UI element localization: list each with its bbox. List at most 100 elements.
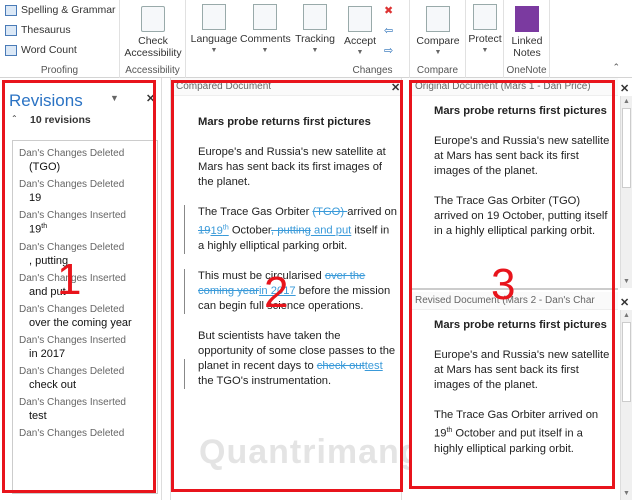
label: Spelling & Grammar <box>21 4 116 16</box>
spelling-icon <box>5 4 17 16</box>
check-accessibility-button[interactable]: Check Accessibility <box>122 6 184 59</box>
revision-text: (TGO) <box>29 161 61 173</box>
compare-button[interactable]: Compare ▼ <box>412 6 464 59</box>
pane-header: Compared Document <box>171 78 401 96</box>
paragraph: This must be circularised over the comin… <box>184 268 398 314</box>
group-proofing: Spelling & Grammar Thesaurus Word Count … <box>0 0 120 78</box>
onenote-icon <box>515 6 539 32</box>
revision-item[interactable]: Dan's Changes Inserted test <box>13 395 157 426</box>
label: Linked Notes <box>511 35 543 59</box>
compare-icon <box>426 6 450 32</box>
group-onenote: Linked Notes OneNote <box>504 0 550 78</box>
word-count-icon <box>5 44 17 56</box>
doc-title: Mars probe returns first pictures <box>434 105 607 117</box>
revision-text: over the coming year <box>29 316 132 329</box>
compared-document-pane: Compared Document ✕ Mars probe returns f… <box>170 78 421 500</box>
comments-button[interactable]: Comments ▼ <box>240 4 291 57</box>
compared-document-body: Mars probe returns first pictures Europe… <box>184 115 398 404</box>
doc-title: Mars probe returns first pictures <box>434 319 607 331</box>
group-accessibility: Check Accessibility Accessibility <box>120 0 186 78</box>
label: Check Accessibility <box>124 35 182 59</box>
original-document-body: Mars probe returns first pictures Europe… <box>434 104 614 254</box>
group-label: Accessibility <box>125 65 180 76</box>
close-icon[interactable]: ✕ <box>146 92 155 105</box>
revision-item[interactable]: Dan's Changes Deleted (TGO) <box>13 146 157 177</box>
label: Protect <box>468 33 502 45</box>
scrollbar[interactable]: ▲ ▼ <box>620 310 632 500</box>
collapse-ribbon-icon[interactable]: ⌃ <box>612 62 620 73</box>
revision-item[interactable]: Dan's Changes Deleted <box>13 426 157 443</box>
pane-header: Original Document (Mars 1 - Dan Price) <box>410 78 618 96</box>
deletion[interactable]: (TGO) <box>312 206 347 218</box>
paragraph: The Trace Gas Orbiter arrived on 19th Oc… <box>434 409 599 455</box>
revision-author: Dan's Changes Deleted <box>19 365 125 377</box>
revision-item[interactable]: Dan's Changes Deleted 19 <box>13 177 157 208</box>
paragraph: But scientists have taken the opportunit… <box>184 329 398 389</box>
group-label: OneNote <box>506 65 547 76</box>
protect-button[interactable]: Protect ▼ <box>466 4 504 57</box>
thesaurus-icon <box>5 24 17 36</box>
revision-text: in 2017 <box>29 347 66 360</box>
revision-text: , putting <box>29 254 69 267</box>
deletion[interactable]: , putting <box>271 225 311 237</box>
insertion[interactable]: test <box>365 360 383 372</box>
insertion[interactable]: in 2017 <box>259 285 296 297</box>
revision-author: Dan's Changes Inserted <box>19 396 126 408</box>
revised-document-body: Mars probe returns first pictures Europe… <box>434 318 614 472</box>
label: Accept <box>343 35 377 47</box>
revision-author: Dan's Changes Inserted <box>19 210 126 221</box>
tracking-icon <box>303 4 327 30</box>
revision-text: and put <box>29 285 66 298</box>
insertion[interactable]: and put <box>311 225 351 237</box>
revision-item[interactable]: Dan's Changes Inserted in 2017 <box>13 333 157 364</box>
group-compare: Compare ▼ Compare <box>410 0 466 78</box>
close-icon[interactable]: ✕ <box>620 296 629 309</box>
comment-icon <box>253 4 277 30</box>
insertion[interactable]: 19th <box>210 224 228 237</box>
group-label: Proofing <box>40 65 79 76</box>
collapse-chevron-icon[interactable]: ⌃ <box>11 114 18 123</box>
revision-author: Dan's Changes Deleted <box>19 303 125 315</box>
group-label: Compare <box>416 65 459 76</box>
revisions-list: Dan's Changes Deleted (TGO) Dan's Changes … <box>12 140 158 494</box>
revision-item[interactable]: Dan's Changes Deleted, putting <box>13 240 157 271</box>
doc-title: Mars probe returns first pictures <box>198 116 371 128</box>
reject-icon[interactable]: ✖ <box>384 4 393 17</box>
previous-change-icon[interactable]: ⇦ <box>384 24 393 37</box>
word-count-button[interactable]: Word Count <box>5 44 77 56</box>
paragraph: The Trace Gas Orbiter (TGO) arrived on 1… <box>184 205 398 254</box>
spelling-grammar-button[interactable]: Spelling & Grammar <box>5 4 116 16</box>
close-icon[interactable]: ✕ <box>620 82 629 95</box>
pane-options-icon[interactable]: ▼ <box>110 93 119 103</box>
revision-item[interactable]: Dan's Changes Inserted 19th <box>13 208 157 240</box>
accessibility-icon <box>141 6 165 32</box>
label: Word Count <box>21 44 77 56</box>
group-misc: Language ▼ Comments ▼ Tracking ▼ <box>186 0 336 78</box>
label: Comments <box>240 33 291 45</box>
paragraph: Europe's and Russia's new satellite at M… <box>434 135 610 177</box>
revision-text: check out <box>29 378 77 391</box>
deletion[interactable]: check out <box>317 360 365 372</box>
label: Tracking <box>295 33 335 45</box>
group-protect: Protect ▼ <box>466 0 504 78</box>
close-icon[interactable]: ✕ <box>391 81 400 94</box>
group-changes: Accept ▼ ✖ ⇦ ⇨ Changes <box>336 0 410 78</box>
revision-item[interactable]: Dan's Changes Deleted over the coming yea… <box>13 302 157 333</box>
next-change-icon[interactable]: ⇨ <box>384 44 393 57</box>
language-button[interactable]: Language ▼ <box>188 4 240 57</box>
scrollbar[interactable]: ▲ ▼ <box>620 96 632 288</box>
deletion[interactable]: 19 <box>198 225 210 237</box>
revision-author: Dan's Changes Inserted <box>19 334 126 346</box>
paragraph: The Trace Gas Orbiter (TGO) arrived on 1… <box>434 195 608 237</box>
linked-notes-button[interactable]: Linked Notes <box>506 6 548 59</box>
lock-icon <box>473 4 497 30</box>
accept-check-icon <box>348 6 372 32</box>
revision-text: 19th <box>29 223 48 236</box>
accept-button[interactable]: Accept ▼ <box>340 6 380 59</box>
tracking-button[interactable]: Tracking ▼ <box>292 4 338 57</box>
revision-item[interactable]: Dan's Changes Inserted and put <box>13 271 157 302</box>
revision-item[interactable]: Dan's Changes Deleted check out <box>13 364 157 395</box>
revisions-pane: Revisions ▼ ✕ ⌃ 10 revisions Dan's Chang… <box>0 78 162 500</box>
pane-header: Revised Document (Mars 2 - Dan's Char <box>410 292 618 310</box>
thesaurus-button[interactable]: Thesaurus <box>5 24 71 36</box>
